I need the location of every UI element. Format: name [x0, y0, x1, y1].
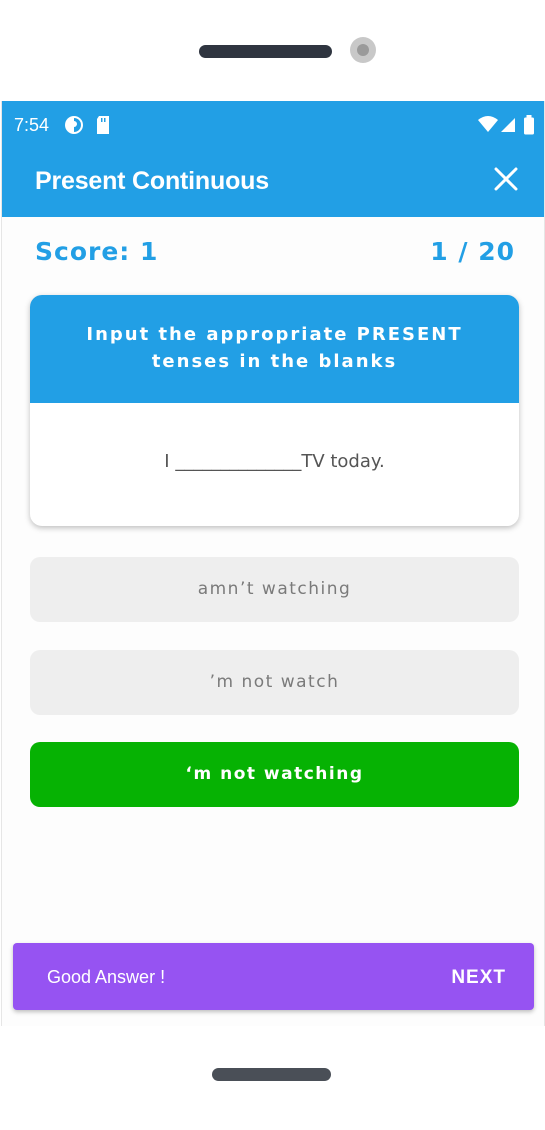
- score-label: Score: 1: [35, 237, 159, 266]
- wifi-icon: [478, 115, 498, 138]
- next-button[interactable]: NEXT: [451, 967, 506, 989]
- app-screen: 7:54 Present Continuous Score: 1 1 / 20 …: [1, 101, 545, 1026]
- answer-option-2[interactable]: ’m not watch: [30, 650, 519, 715]
- answer-option-1[interactable]: amn’t watching: [30, 557, 519, 622]
- sd-card-icon: [95, 115, 111, 140]
- phone-camera: [350, 37, 376, 63]
- signal-icon: [500, 115, 516, 138]
- close-icon: [494, 167, 518, 191]
- status-time: 7:54: [14, 115, 50, 135]
- snackbar-message: Good Answer !: [47, 967, 166, 987]
- question-card: Input the appropriate PRESENT tenses in …: [30, 295, 519, 526]
- phone-home-bar: [212, 1068, 331, 1081]
- question-sentence: I ______________TV today.: [164, 451, 385, 472]
- app-title: Present Continuous: [35, 167, 269, 195]
- answer-option-3-correct[interactable]: ‘m not watching: [30, 742, 519, 807]
- app-bar: Present Continuous: [2, 151, 544, 217]
- phone-speaker: [199, 45, 332, 58]
- question-progress: 1 / 20: [430, 237, 515, 266]
- feedback-snackbar: Good Answer ! NEXT: [13, 943, 534, 1010]
- status-bar: 7:54: [2, 101, 544, 151]
- battery-icon: [523, 115, 535, 140]
- app-notification-icon: [64, 115, 84, 140]
- question-instruction: Input the appropriate PRESENT tenses in …: [86, 324, 463, 372]
- close-button[interactable]: [490, 163, 522, 195]
- question-header: Input the appropriate PRESENT tenses in …: [30, 295, 519, 403]
